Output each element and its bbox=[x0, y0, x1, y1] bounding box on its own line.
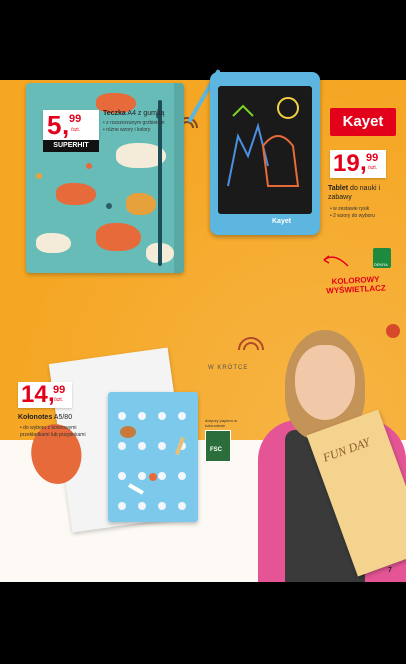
colorful-display-callout: KOLOROWY WYŚWIETLACZ bbox=[326, 274, 386, 296]
tablet-bullets: w zestawie rysik 2 wzory do wyboru bbox=[330, 206, 400, 220]
fsc-note: dotyczy papieru w kołonotesie bbox=[205, 418, 238, 428]
folder-price-unit: /szt. bbox=[71, 127, 81, 133]
person-face bbox=[295, 345, 355, 420]
superhit-badge: SUPERHIT bbox=[43, 140, 99, 152]
tablet-drawing-icon bbox=[227, 97, 300, 187]
curved-arrow-icon bbox=[323, 255, 349, 267]
notebook-bullet: do wyboru z kolorowymi przekładkami lub … bbox=[20, 425, 92, 439]
tablet-title: Tablet do nauki i zabawy bbox=[328, 185, 381, 201]
tablet-price-main: 19 bbox=[333, 150, 360, 177]
blue-notebook-image bbox=[108, 392, 198, 522]
dekra-badge: DEKRA bbox=[373, 248, 391, 268]
folder-price-badge: 5 , 99 /szt. bbox=[43, 110, 99, 140]
circle-decoration bbox=[386, 324, 400, 338]
notebook-price-badge: 14 , 99 /szt. bbox=[18, 382, 72, 408]
notebook-price-cents: 99 bbox=[53, 384, 66, 396]
page-number: 7 bbox=[388, 567, 392, 574]
held-notebook-text: FUN DAY bbox=[320, 434, 372, 465]
kayet-logo: Kayet bbox=[330, 108, 396, 136]
tablet-bullet: 2 wzory do wyboru bbox=[330, 213, 400, 220]
notebook-title: Kołonotes A5/80 bbox=[18, 414, 73, 421]
dekra-label: DEKRA bbox=[374, 262, 388, 267]
tablet-bullet: w zestawie rysik bbox=[330, 206, 400, 213]
notebook-price-unit: /szt. bbox=[54, 397, 64, 403]
pin-charms-icon bbox=[120, 426, 185, 495]
folder-price-main: 5 bbox=[47, 110, 62, 140]
folder-bullet: różne wzory i kolory bbox=[103, 127, 173, 134]
tablet-product-image: Kayet bbox=[210, 72, 320, 235]
notebook-price-main: 14 bbox=[21, 381, 48, 408]
fsc-logo-text: FSC bbox=[210, 447, 222, 453]
folder-price-cents: 99 bbox=[69, 113, 82, 125]
notebook-bullets: do wyboru z kolorowymi przekładkami lub … bbox=[20, 425, 92, 439]
wkrotce-label: W KRÓTCE bbox=[208, 365, 249, 371]
folder-bullets: z rozszerzanym grzbietem różne wzory i k… bbox=[103, 120, 173, 134]
folder-title: Teczka A4 z gumką bbox=[103, 110, 165, 117]
tablet-price-unit: /szt. bbox=[368, 165, 378, 171]
fsc-logo: FSC bbox=[205, 430, 231, 462]
tablet-screen bbox=[218, 86, 312, 214]
tablet-price-cents: 99 bbox=[366, 152, 379, 164]
tablet-price-badge: 19 , 99 /szt. bbox=[330, 150, 386, 178]
rainbow-decoration-icon bbox=[238, 337, 264, 351]
tablet-brand-label: Kayet bbox=[272, 218, 292, 225]
kayet-logo-text: Kayet bbox=[342, 113, 384, 130]
folder-bullet: z rozszerzanym grzbietem bbox=[103, 120, 173, 127]
